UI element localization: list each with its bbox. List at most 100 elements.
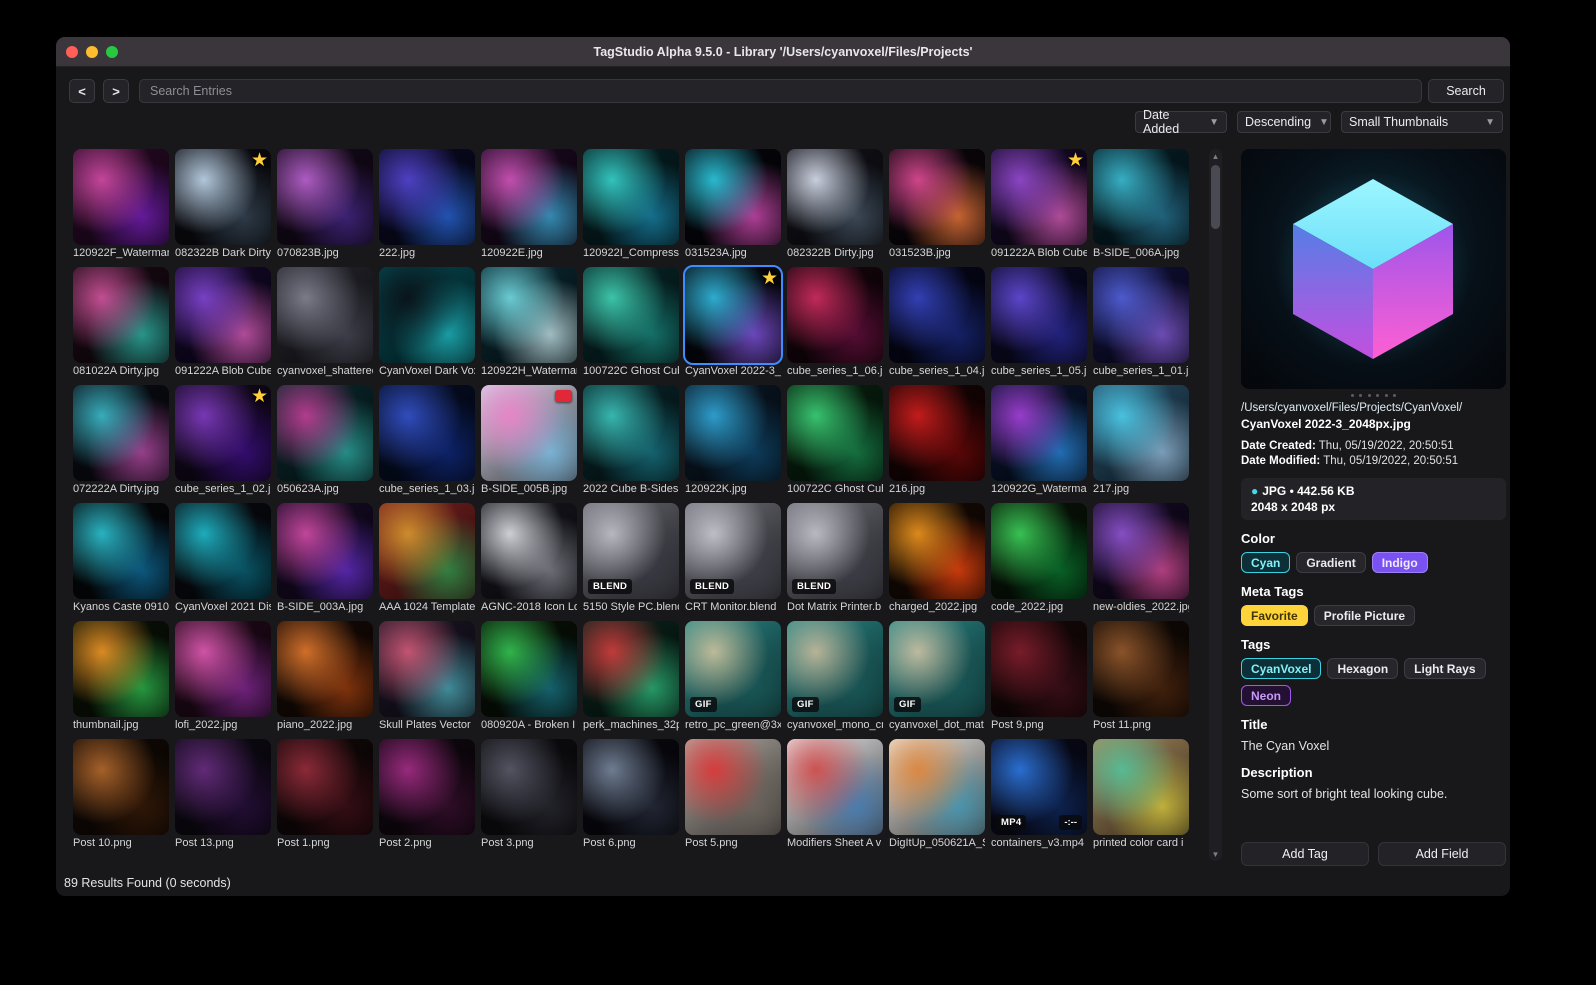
thumbnail[interactable]: BLEND [685,503,781,599]
back-button[interactable]: < [69,79,95,103]
thumbnail[interactable] [787,385,883,481]
thumbnail[interactable]: ★ [175,385,271,481]
scroll-up-icon[interactable]: ▲ [1209,149,1222,163]
tag-chip[interactable]: Indigo [1371,552,1428,573]
thumbnail-size-dropdown[interactable]: Small Thumbnails ▼ [1341,111,1503,133]
thumbnail[interactable] [1093,739,1189,835]
thumbnail[interactable] [73,149,169,245]
thumbnail[interactable] [583,149,679,245]
tag-chip[interactable]: Gradient [1296,552,1366,573]
thumbnail[interactable] [73,267,169,363]
thumbnail[interactable] [991,385,1087,481]
thumbnail[interactable] [277,739,373,835]
sort-field-dropdown[interactable]: Date Added ▼ [1135,108,1227,136]
thumbnail[interactable]: MP4 -:-- [991,739,1087,835]
thumbnail[interactable] [73,503,169,599]
thumbnail[interactable] [787,739,883,835]
thumbnail[interactable] [481,739,577,835]
grid-item: AGNC-2018 Icon Lo [481,503,577,614]
tag-chip[interactable]: Favorite [1241,605,1308,626]
thumbnail[interactable] [685,739,781,835]
thumbnail[interactable] [889,503,985,599]
thumbnail[interactable] [379,267,475,363]
thumbnail[interactable] [889,267,985,363]
thumbnail-caption: charged_2022.jpg [889,601,978,613]
thumbnail[interactable] [277,621,373,717]
thumbnail[interactable]: GIF [889,621,985,717]
thumbnail[interactable] [175,739,271,835]
zoom-window-button[interactable] [106,46,118,58]
file-name[interactable]: CyanVoxel 2022-3_2048px.jpg [1241,416,1506,432]
thumbnail[interactable] [991,621,1087,717]
thumbnail[interactable] [481,621,577,717]
resize-handle-dots[interactable] [1350,394,1397,397]
thumbnail[interactable] [1093,621,1189,717]
thumbnail[interactable] [583,739,679,835]
thumbnail[interactable] [73,385,169,481]
tag-chip[interactable]: Light Rays [1404,658,1486,679]
thumbnail[interactable] [481,385,577,481]
thumbnail-selected[interactable]: ★ [683,265,783,365]
thumbnail[interactable] [277,149,373,245]
thumbnail[interactable] [685,149,781,245]
tag-chip[interactable]: Profile Picture [1313,605,1416,626]
sort-direction-dropdown[interactable]: Descending ▼ [1237,111,1331,133]
thumbnail[interactable] [583,385,679,481]
thumbnail[interactable] [889,149,985,245]
tag-chip[interactable]: Cyan [1241,552,1291,573]
thumbnail[interactable] [277,503,373,599]
scrollbar-thumb[interactable] [1211,165,1220,229]
thumbnail[interactable] [991,503,1087,599]
grid-scrollbar[interactable]: ▲ ▼ [1209,149,1222,861]
thumbnail[interactable] [889,385,985,481]
thumbnail[interactable] [1093,503,1189,599]
thumbnail[interactable] [1093,149,1189,245]
thumbnail[interactable] [889,739,985,835]
field-value[interactable]: Some sort of bright teal looking cube. [1241,786,1506,802]
file-path[interactable]: /Users/cyanvoxel/Files/Projects/CyanVoxe… [1241,401,1506,416]
thumbnail[interactable] [583,621,679,717]
add-tag-button[interactable]: Add Tag [1241,842,1369,866]
thumbnail[interactable] [175,621,271,717]
thumbnail[interactable]: ★ [991,149,1087,245]
thumbnail[interactable] [583,267,679,363]
thumbnail[interactable] [379,503,475,599]
thumbnail[interactable]: ★ [175,149,271,245]
thumbnail[interactable] [1093,385,1189,481]
thumbnail[interactable] [175,267,271,363]
thumbnail[interactable] [481,503,577,599]
tag-chip[interactable]: Neon [1241,685,1291,706]
thumbnail-caption: 120922I_Compressed [583,247,679,259]
thumbnail[interactable]: BLEND [787,503,883,599]
close-window-button[interactable] [66,46,78,58]
thumbnail[interactable] [175,503,271,599]
thumbnail[interactable] [73,621,169,717]
thumbnail[interactable]: BLEND [583,503,679,599]
thumbnail[interactable] [787,149,883,245]
thumbnail[interactable] [1093,267,1189,363]
thumbnail[interactable] [379,149,475,245]
thumbnail[interactable] [379,739,475,835]
add-field-button[interactable]: Add Field [1378,842,1506,866]
thumbnail[interactable] [277,385,373,481]
thumbnail[interactable] [277,267,373,363]
tag-chip[interactable]: Hexagon [1327,658,1399,679]
field-value[interactable]: The Cyan Voxel [1241,738,1506,754]
tag-chip[interactable]: CyanVoxel [1241,658,1322,679]
thumbnail[interactable] [73,739,169,835]
thumbnail[interactable] [685,385,781,481]
scroll-down-icon[interactable]: ▼ [1209,847,1222,861]
thumbnail[interactable] [379,385,475,481]
search-button[interactable]: Search [1428,79,1504,103]
thumbnail[interactable] [481,149,577,245]
search-input[interactable] [139,79,1422,103]
minimize-window-button[interactable] [86,46,98,58]
thumbnail[interactable] [379,621,475,717]
preview-image[interactable] [1241,149,1506,389]
thumbnail[interactable]: GIF [787,621,883,717]
thumbnail[interactable] [481,267,577,363]
thumbnail[interactable]: GIF [685,621,781,717]
thumbnail[interactable] [991,267,1087,363]
forward-button[interactable]: > [103,79,129,103]
thumbnail[interactable] [787,267,883,363]
